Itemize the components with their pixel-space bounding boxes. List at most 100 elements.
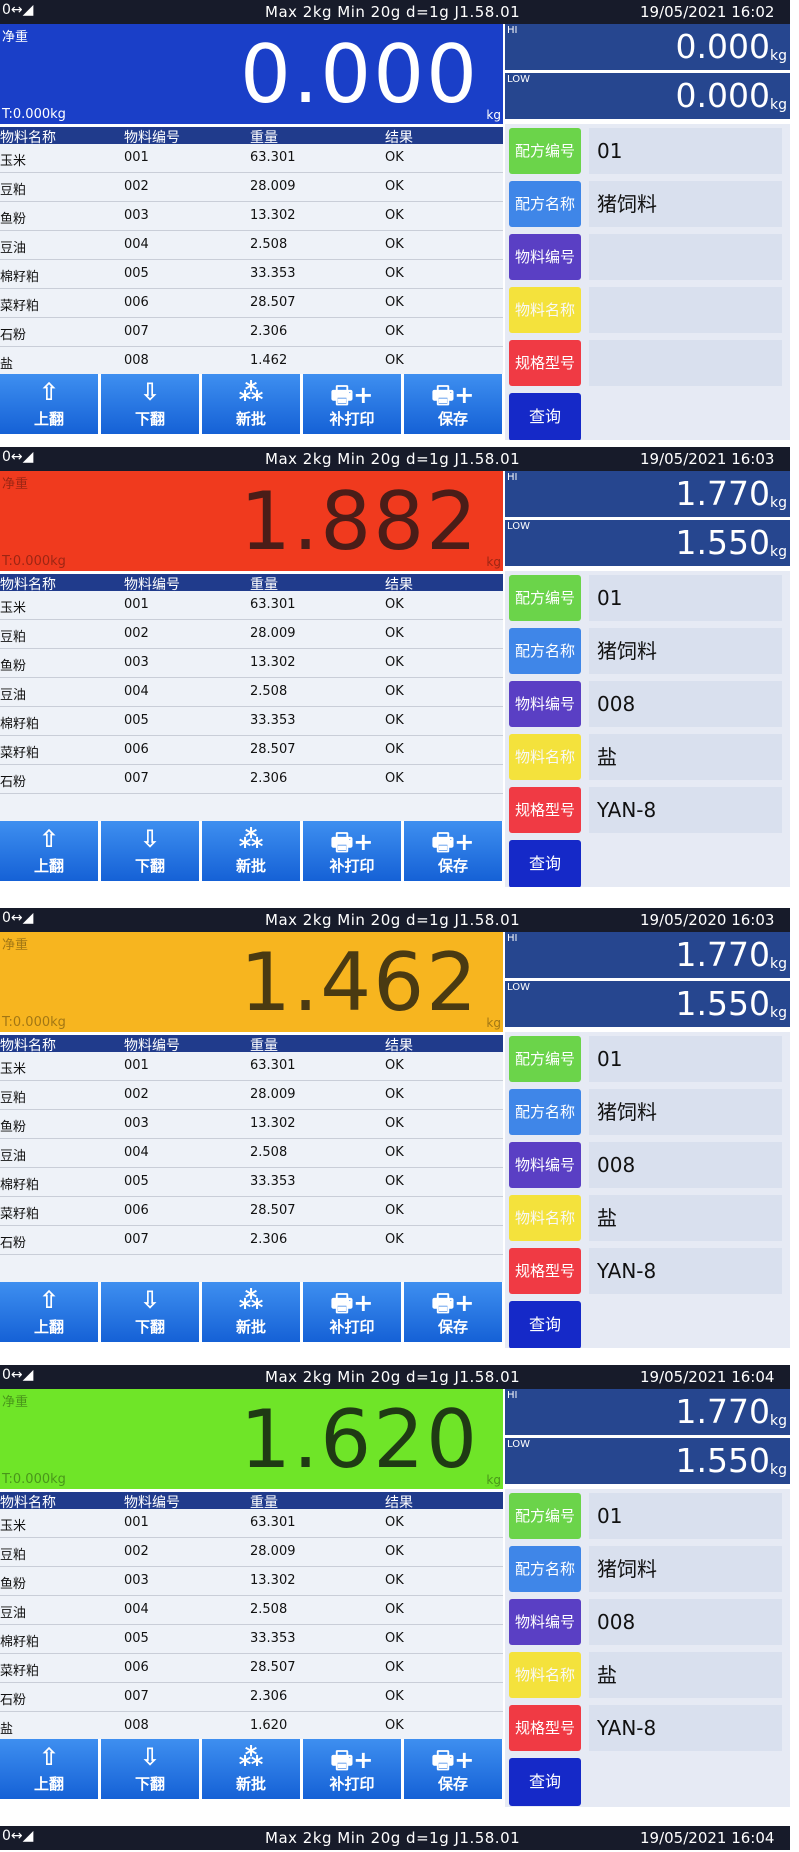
query-button[interactable]: 查询	[509, 1301, 581, 1348]
table-cell: 28.507	[250, 742, 296, 757]
spec-model-value: YAN-8	[589, 1705, 782, 1751]
table-row[interactable]: 豆粕 002 28.009 OK	[0, 1538, 503, 1567]
query-button[interactable]: 查询	[509, 840, 581, 887]
reprint-button[interactable]: 🖶+ 补打印	[303, 1739, 401, 1799]
recipe-id-button[interactable]: 配方编号	[509, 128, 581, 174]
material-name-button[interactable]: 物料名称	[509, 1195, 581, 1241]
table-row[interactable]: 石粉 007 2.306 OK	[0, 318, 503, 347]
page-down-button[interactable]: ⇩ 下翻	[101, 374, 199, 434]
recipe-name-button[interactable]: 配方名称	[509, 1089, 581, 1135]
recipe-name-button[interactable]: 配方名称	[509, 628, 581, 674]
page-up-button[interactable]: ⇧ 上翻	[0, 1282, 98, 1342]
table-row[interactable]: 豆油 004 2.508 OK	[0, 678, 503, 707]
table-row[interactable]: 玉米 001 63.301 OK	[0, 591, 503, 620]
table-cell: 豆油	[0, 688, 27, 703]
material-id-value	[589, 234, 782, 280]
page-down-button[interactable]: ⇩ 下翻	[101, 1282, 199, 1342]
button-label: 保存	[437, 1318, 468, 1336]
table-row[interactable]: 鱼粉 003 13.302 OK	[0, 1567, 503, 1596]
new-batch-button[interactable]: ⁂ 新批	[202, 1739, 300, 1799]
table-row[interactable]: 菜籽粕 006 28.507 OK	[0, 736, 503, 765]
table-row[interactable]: 石粉 007 2.306 OK	[0, 1683, 503, 1712]
table-row[interactable]: 棉籽粕 005 33.353 OK	[0, 260, 503, 289]
arrow-up-icon: ⇧	[38, 825, 60, 853]
new-batch-button[interactable]: ⁂ 新批	[202, 821, 300, 881]
table-row[interactable]: 玉米 001 63.301 OK	[0, 1509, 503, 1538]
low-limit-value: 1.550	[675, 1441, 770, 1480]
table-cell: 豆粕	[0, 1548, 27, 1563]
table-row[interactable]: 菜籽粕 006 28.507 OK	[0, 289, 503, 318]
query-button[interactable]: 查询	[509, 1758, 581, 1806]
table-row[interactable]: 豆油 004 2.508 OK	[0, 1139, 503, 1168]
new-batch-button[interactable]: ⁂ 新批	[202, 374, 300, 434]
table-cell: 001	[124, 1058, 149, 1073]
material-name-button[interactable]: 物料名称	[509, 1652, 581, 1698]
new-batch-button[interactable]: ⁂ 新批	[202, 1282, 300, 1342]
table-row[interactable]: 棉籽粕 005 33.353 OK	[0, 707, 503, 736]
spec-model-button[interactable]: 规格型号	[509, 1248, 581, 1294]
material-id-button[interactable]: 物料编号	[509, 681, 581, 727]
page-up-button[interactable]: ⇧ 上翻	[0, 374, 98, 434]
table-row[interactable]: 鱼粉 003 13.302 OK	[0, 202, 503, 231]
table-row[interactable]: 豆粕 002 28.009 OK	[0, 173, 503, 202]
recipe-id-value: 01	[589, 1036, 782, 1082]
table-row[interactable]: 菜籽粕 006 28.507 OK	[0, 1654, 503, 1683]
recipe-id-button[interactable]: 配方编号	[509, 1036, 581, 1082]
material-id-value: 008	[589, 1599, 782, 1645]
table-row[interactable]	[0, 1255, 503, 1284]
table-row[interactable]: 玉米 001 63.301 OK	[0, 1052, 503, 1081]
reprint-button[interactable]: 🖶+ 补打印	[303, 1282, 401, 1342]
page-down-button[interactable]: ⇩ 下翻	[101, 821, 199, 881]
table-row[interactable]	[0, 794, 503, 823]
table-row[interactable]: 石粉 007 2.306 OK	[0, 1226, 503, 1255]
spec-model-button[interactable]: 规格型号	[509, 340, 581, 386]
table-row[interactable]: 豆粕 002 28.009 OK	[0, 620, 503, 649]
save-button[interactable]: 🖶+ 保存	[404, 821, 502, 881]
hi-limit-unit: kg	[770, 495, 787, 511]
page-up-button[interactable]: ⇧ 上翻	[0, 821, 98, 881]
table-row[interactable]: 玉米 001 63.301 OK	[0, 144, 503, 173]
table-cell: 008	[124, 353, 149, 368]
spec-model-button[interactable]: 规格型号	[509, 787, 581, 833]
table-cell: OK	[385, 1203, 404, 1218]
button-label: 补打印	[329, 410, 375, 428]
table-row[interactable]: 豆油 004 2.508 OK	[0, 231, 503, 260]
arrow-down-icon: ⇩	[139, 1286, 161, 1314]
query-button[interactable]: 查询	[509, 393, 581, 440]
recipe-name-button[interactable]: 配方名称	[509, 1546, 581, 1592]
save-button[interactable]: 🖶+ 保存	[404, 1282, 502, 1342]
table-row[interactable]: 盐 008 1.462 OK	[0, 347, 503, 376]
table-row[interactable]: 盐 008 1.620 OK	[0, 1712, 503, 1741]
spec-model-button[interactable]: 规格型号	[509, 1705, 581, 1751]
info-panel: 配方编号 01 配方名称 猪饲料 物料编号 008 物料名称盐规格型号 YAN-8 查询	[505, 1489, 790, 1807]
table-row[interactable]: 豆粕 002 28.009 OK	[0, 1081, 503, 1110]
table-row[interactable]: 菜籽粕 006 28.507 OK	[0, 1197, 503, 1226]
table-row[interactable]: 鱼粉 003 13.302 OK	[0, 649, 503, 678]
table-cell: OK	[385, 1058, 404, 1073]
save-button[interactable]: 🖶+ 保存	[404, 374, 502, 434]
hi-limit-panel: HI 1.770 kg	[505, 471, 790, 517]
material-id-button[interactable]: 物料编号	[509, 1599, 581, 1645]
reprint-button[interactable]: 🖶+ 补打印	[303, 821, 401, 881]
table-row[interactable]: 棉籽粕 005 33.353 OK	[0, 1625, 503, 1654]
material-id-button[interactable]: 物料编号	[509, 234, 581, 280]
material-id-button[interactable]: 物料编号	[509, 1142, 581, 1188]
page-up-button[interactable]: ⇧ 上翻	[0, 1739, 98, 1799]
save-button[interactable]: 🖶+ 保存	[404, 1739, 502, 1799]
recipe-id-value: 01	[589, 128, 782, 174]
table-row[interactable]: 棉籽粕 005 33.353 OK	[0, 1168, 503, 1197]
material-name-button[interactable]: 物料名称	[509, 287, 581, 333]
page-down-button[interactable]: ⇩ 下翻	[101, 1739, 199, 1799]
table-cell: 棉籽粕	[0, 270, 40, 285]
material-name-button[interactable]: 物料名称	[509, 734, 581, 780]
table-row[interactable]: 石粉 007 2.306 OK	[0, 765, 503, 794]
table-row[interactable]: 鱼粉 003 13.302 OK	[0, 1110, 503, 1139]
low-limit-tag: LOW	[507, 1439, 530, 1450]
recipe-id-button[interactable]: 配方编号	[509, 1493, 581, 1539]
recipe-id-button[interactable]: 配方编号	[509, 575, 581, 621]
reprint-button[interactable]: 🖶+ 补打印	[303, 374, 401, 434]
recipe-name-button[interactable]: 配方名称	[509, 181, 581, 227]
table-cell: 003	[124, 1573, 149, 1588]
table-row[interactable]: 豆油 004 2.508 OK	[0, 1596, 503, 1625]
button-label: 保存	[437, 410, 468, 428]
